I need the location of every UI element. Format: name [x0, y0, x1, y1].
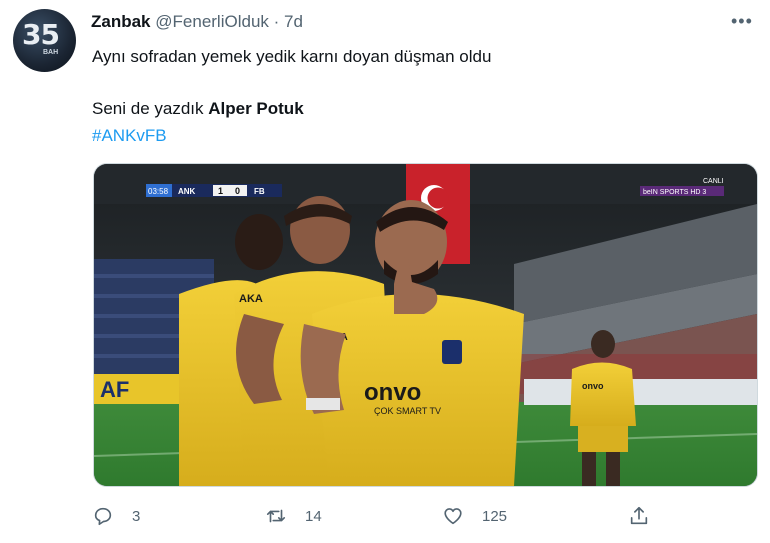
reply-count: 3	[132, 507, 141, 525]
away-team: FB	[254, 187, 265, 196]
separator: ·	[268, 12, 285, 31]
tweet-header: Zanbak @FenerliOlduk · 7d	[91, 12, 303, 32]
tweet-text-prefix: Seni de yazdık	[92, 99, 209, 118]
reply-button[interactable]: 3	[92, 505, 140, 527]
like-count: 125	[482, 507, 508, 525]
reply-icon	[94, 507, 112, 526]
like-button[interactable]: 125	[442, 505, 507, 527]
display-name[interactable]: Zanbak	[91, 12, 151, 31]
match-time: 03:58	[148, 187, 169, 196]
user-handle[interactable]: @FenerliOlduk	[155, 12, 269, 31]
retweet-icon	[266, 509, 286, 523]
tweet-text-line1: Aynı sofradan yemek yedik karnı doyan dü…	[92, 47, 492, 66]
avatar[interactable]: 35 BAH	[13, 9, 76, 72]
away-score: 0	[235, 186, 240, 196]
share-icon	[630, 506, 648, 525]
retweet-button[interactable]: 14	[265, 505, 322, 527]
avatar-number: 35	[22, 18, 60, 51]
main-jersey-sponsor: onvo	[364, 379, 421, 406]
home-score: 1	[218, 186, 223, 196]
main-jersey-sponsor-sub: ÇOK SMART TV	[374, 406, 441, 416]
mentioned-name: Alper Potuk	[208, 99, 304, 118]
tweet-text-line2: Seni de yazdık Alper Potuk	[92, 99, 304, 119]
channel-logo: beIN SPORTS HD 3	[643, 189, 706, 196]
share-button[interactable]	[628, 505, 650, 527]
more-options-icon[interactable]: •••	[731, 11, 753, 32]
background-jersey-sponsor: onvo	[582, 381, 604, 391]
live-label: CANLI	[703, 178, 724, 185]
tweet-time[interactable]: 7d	[284, 12, 303, 31]
home-team: ANK	[178, 187, 196, 196]
ad-board-text: AF	[100, 377, 129, 402]
avatar-subtext: BAH	[43, 49, 59, 56]
football-celebration-image: AF 03:58 ANK 1 0 FB CANLI beIN SPORTS HD…	[94, 164, 757, 486]
heart-icon	[444, 508, 462, 525]
hashtag-link[interactable]: #ANKvFB	[92, 126, 167, 146]
tweet-media[interactable]: AF 03:58 ANK 1 0 FB CANLI beIN SPORTS HD…	[93, 163, 758, 487]
kit-sponsor-left: AKA	[239, 293, 263, 305]
retweet-count: 14	[305, 507, 322, 525]
